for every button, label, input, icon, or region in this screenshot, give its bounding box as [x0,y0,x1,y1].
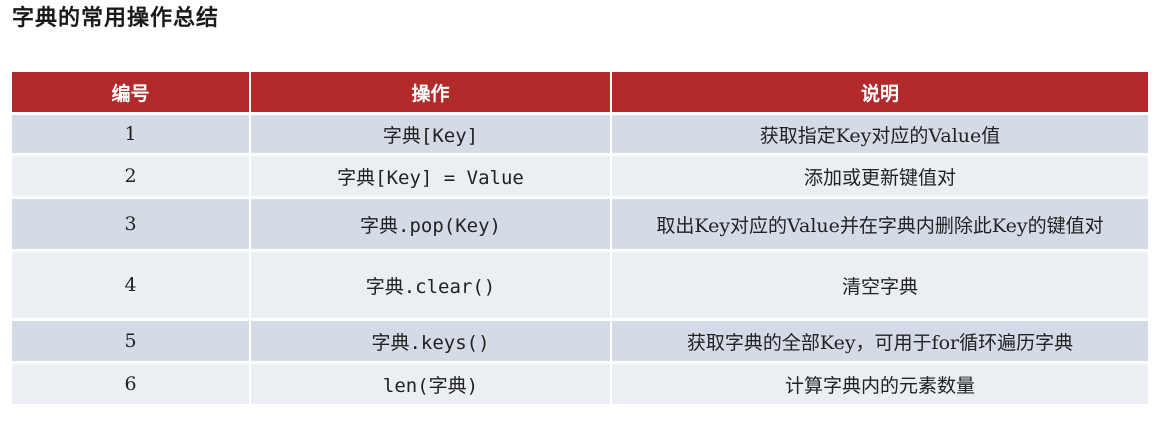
row-description: 取出Key对应的Value并在字典内删除此Key的键值对 [610,196,1148,251]
row-operation: 字典.keys() [249,318,612,363]
table-row: 5 字典.keys() 获取字典的全部Key，可用于for循环遍历字典 [12,318,1148,363]
row-operation: 字典.pop(Key) [249,196,612,251]
row-operation: 字典[Key] = Value [249,153,612,198]
page-title: 字典的常用操作总结 [12,6,220,31]
row-description: 计算字典内的元素数量 [610,361,1148,404]
row-operation: len(字典) [249,361,612,404]
row-number: 5 [12,318,251,363]
header-number: 编号 [12,72,251,114]
dict-operations-table: 编号 操作 说明 1 字典[Key] 获取指定Key对应的Value值 2 字典… [12,72,1148,404]
table-header-row: 编号 操作 说明 [12,72,1148,114]
table-row: 2 字典[Key] = Value 添加或更新键值对 [12,153,1148,198]
row-description: 添加或更新键值对 [610,153,1148,198]
row-number: 6 [12,361,251,404]
operations-table-container: 编号 操作 说明 1 字典[Key] 获取指定Key对应的Value值 2 字典… [12,72,1148,404]
row-number: 1 [12,112,251,155]
table-row: 1 字典[Key] 获取指定Key对应的Value值 [12,112,1148,155]
header-description: 说明 [610,72,1148,114]
row-number: 4 [12,249,251,320]
table-row: 3 字典.pop(Key) 取出Key对应的Value并在字典内删除此Key的键… [12,196,1148,251]
row-description: 获取指定Key对应的Value值 [610,112,1148,155]
row-operation: 字典.clear() [249,249,612,320]
header-operation: 操作 [249,72,612,114]
row-number: 2 [12,153,251,198]
table-row: 4 字典.clear() 清空字典 [12,249,1148,320]
table-row: 6 len(字典) 计算字典内的元素数量 [12,361,1148,404]
row-description: 清空字典 [610,249,1148,320]
row-number: 3 [12,196,251,251]
row-operation: 字典[Key] [249,112,612,155]
row-description: 获取字典的全部Key，可用于for循环遍历字典 [610,318,1148,363]
